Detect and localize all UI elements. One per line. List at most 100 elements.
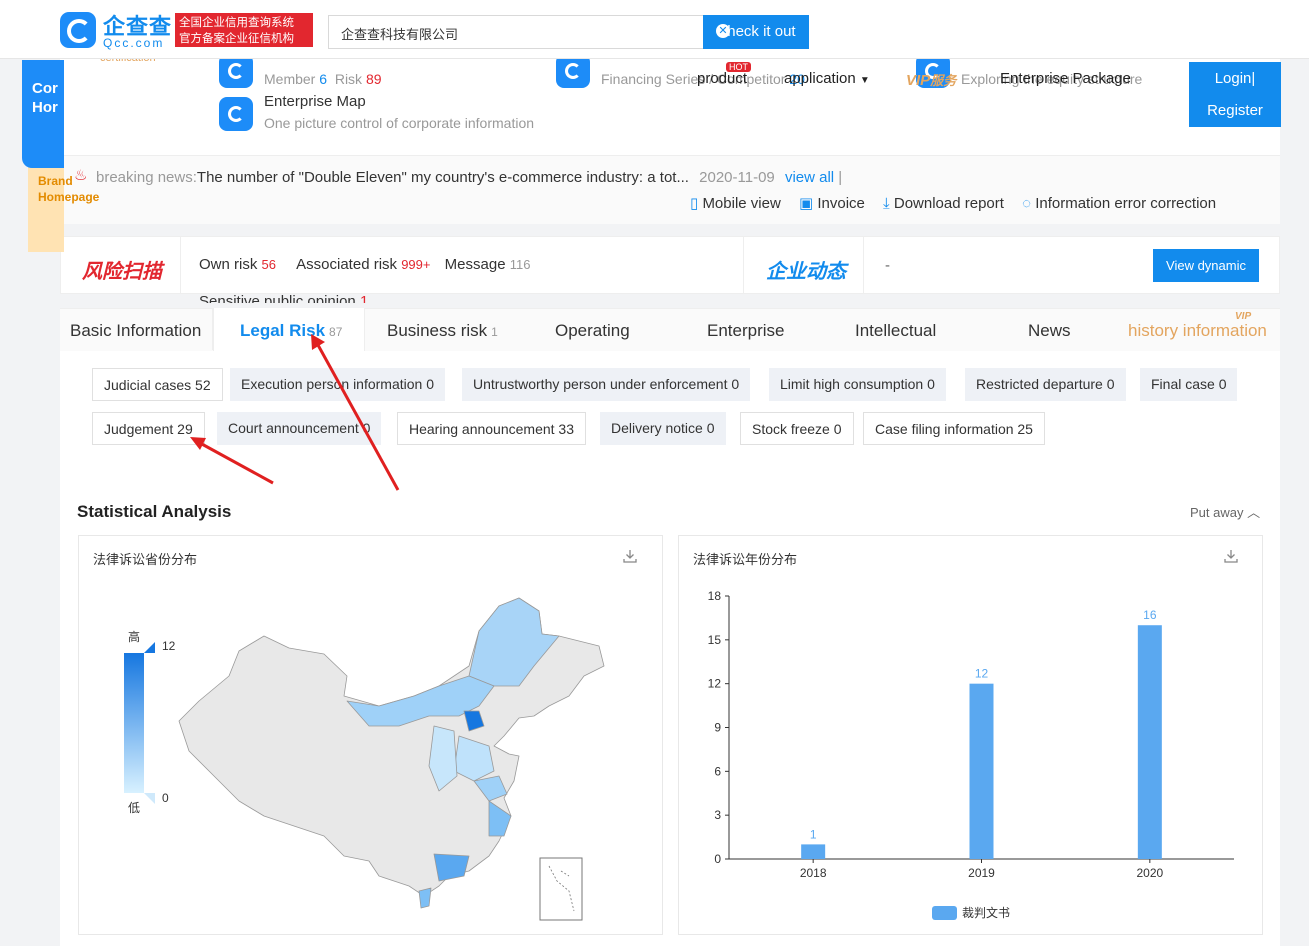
own-risk-count: 56 <box>261 257 276 272</box>
own-risk-link[interactable]: Own risk 56 <box>199 256 276 273</box>
tag-final-case[interactable]: Final case 0 <box>1140 368 1238 401</box>
enterprise-group-icon[interactable] <box>219 54 253 88</box>
section-title: Statistical Analysis <box>77 502 232 521</box>
tab-label: Operating <box>555 321 630 340</box>
bar-value-label: 1 <box>810 827 817 841</box>
legend-label: 裁判文书 <box>962 905 1010 920</box>
put-away-toggle[interactable]: Put away ︿ <box>1190 502 1260 521</box>
china-map: 高 12 0 低 <box>124 597 605 921</box>
login-button[interactable]: Login| <box>1189 70 1281 87</box>
tab-news[interactable]: News <box>1028 321 1071 341</box>
legend-low-label: 低 <box>128 801 140 815</box>
invoice-button[interactable]: Invoice <box>817 195 865 212</box>
tab-count: 1 <box>491 325 498 339</box>
brand-float-tab[interactable]: Cor Hor <box>22 60 64 168</box>
news-date: 2020-11-09 <box>699 169 775 186</box>
mobile-view-button[interactable]: Mobile view <box>702 195 780 212</box>
tab-basic-information[interactable]: Basic Information <box>70 321 201 341</box>
tab-count: 87 <box>329 325 343 339</box>
message-label: Message <box>444 256 506 273</box>
tag-case-filing-information[interactable]: Case filing information 25 <box>863 412 1045 445</box>
search-value: 企查查科技有限公司 <box>341 28 459 43</box>
enterprise-dynamic-label: 企业动态 <box>766 259 846 283</box>
risk-scan-label: 风险扫描 <box>82 259 162 283</box>
tag-judicial-cases[interactable]: Judicial cases 52 <box>92 368 223 401</box>
news-headline[interactable]: The number of "Double Eleven" my country… <box>197 169 689 186</box>
associated-risk-link[interactable]: Associated risk 999+ <box>296 256 430 273</box>
caret-down-icon: ▼ <box>859 75 870 86</box>
tab-operating[interactable]: Operating <box>555 321 630 341</box>
divider <box>863 237 864 293</box>
tag-restricted-departure[interactable]: Restricted departure 0 <box>965 368 1126 401</box>
view-dynamic-button[interactable]: View dynamic <box>1153 249 1259 282</box>
y-tick-label: 6 <box>714 764 721 778</box>
nav-product[interactable]: product <box>697 70 747 87</box>
tag-judgement[interactable]: Judgement 29 <box>92 412 205 445</box>
vip-label: VIP <box>906 72 931 89</box>
nav-enterprise-package[interactable]: Enterprise Package <box>1000 70 1131 87</box>
top-bar: 企查查 Qcc.com 全国企业信用查询系统 官方备案企业征信机构 企查查科技有… <box>0 0 1309 59</box>
tab-history-information[interactable]: history information <box>1128 321 1267 341</box>
tag-untrustworthy-person[interactable]: Untrustworthy person under enforcement 0 <box>462 368 751 401</box>
legend-swatch[interactable] <box>932 906 957 920</box>
dd-item2-title[interactable]: Enterprise Map <box>264 93 366 110</box>
sensitive-count: 1 <box>360 295 368 303</box>
news-separator: | <box>838 169 843 186</box>
tab-business-risk[interactable]: Business risk 1 <box>387 321 498 341</box>
enterprise-map-icon[interactable] <box>219 97 253 131</box>
province-hainan[interactable] <box>418 887 432 909</box>
error-correction-button[interactable]: Information error correction <box>1035 195 1216 212</box>
sensitive-opinion-link[interactable]: Sensitive public opinion 1 <box>199 295 368 303</box>
divider <box>180 237 181 293</box>
qcc-logo-icon[interactable] <box>60 12 96 48</box>
tab-label: Intellectual <box>855 321 937 340</box>
news-label: breaking news: <box>96 169 197 186</box>
y-tick-label: 15 <box>708 633 722 647</box>
message-link[interactable]: Message 116 <box>445 256 531 273</box>
risk-counts: Own risk 56 Associated risk 999+ Message… <box>199 256 530 273</box>
tab-enterprise[interactable]: Enterprise <box>707 321 784 341</box>
tab-legal-risk[interactable]: Legal Risk 87 <box>240 321 342 341</box>
y-tick-label: 12 <box>708 677 722 691</box>
search-input[interactable]: 企查查科技有限公司 <box>328 15 704 49</box>
bar-value-label: 12 <box>975 667 989 681</box>
dd-item3-sub-text: Financing Series / Competitor <box>601 71 786 87</box>
province-map-panel: 法律诉讼省份分布 高 12 0 低 <box>78 535 663 935</box>
bar-2020[interactable] <box>1137 625 1162 859</box>
news-strip: ♨ breaking news:The number of "Double El… <box>60 155 1280 224</box>
tab-label: Basic Information <box>70 321 202 340</box>
slogan-line2: 官方备案企业征信机构 <box>179 31 294 45</box>
product-info-icon[interactable] <box>556 54 590 88</box>
tag-limit-high-consumption[interactable]: Limit high consumption 0 <box>769 368 946 401</box>
side-line2: Hor <box>32 99 58 116</box>
legend-max-handle[interactable] <box>144 642 155 653</box>
logo-domain: Qcc.com <box>103 36 165 50</box>
bar-2019[interactable] <box>969 683 994 859</box>
view-all-link[interactable]: view all <box>785 169 834 186</box>
tab-intellectual[interactable]: Intellectual <box>855 321 936 341</box>
clear-icon[interactable]: ✕ <box>716 24 730 38</box>
y-tick-label: 3 <box>714 808 721 822</box>
vip-service-badge[interactable]: VIP服务 <box>906 70 956 89</box>
tag-execution-person[interactable]: Execution person information 0 <box>230 368 445 401</box>
action-bar: ▯ Mobile view ▣ Invoice ⤓ Download repor… <box>690 194 1216 212</box>
mobile-icon: ▯ <box>690 195 699 212</box>
brand-homepage-link[interactable]: Brand Homepage <box>38 173 99 205</box>
bar-2018[interactable] <box>801 844 826 859</box>
brand-label: Brand <box>38 174 73 188</box>
homepage-label: Homepage <box>38 190 100 204</box>
download-report-button[interactable]: Download report <box>894 195 1004 212</box>
province-guangdong[interactable] <box>433 853 470 882</box>
tag-hearing-announcement[interactable]: Hearing announcement 33 <box>397 412 587 445</box>
risk-count: 89 <box>365 71 382 87</box>
nav-application[interactable]: application ▼ <box>784 70 870 87</box>
associated-risk-count: 999+ <box>401 257 431 272</box>
tag-delivery-notice[interactable]: Delivery notice 0 <box>600 412 726 445</box>
register-button[interactable]: Register <box>1189 102 1281 119</box>
tag-court-announcement[interactable]: Court announcement 0 <box>217 412 382 445</box>
risk-label: Risk <box>334 71 363 87</box>
chevron-up-icon: ︿ <box>1247 505 1261 520</box>
tag-stock-freeze[interactable]: Stock freeze 0 <box>740 412 854 445</box>
download-icon: ⤓ <box>883 195 890 212</box>
legend-min-handle[interactable] <box>144 793 155 804</box>
